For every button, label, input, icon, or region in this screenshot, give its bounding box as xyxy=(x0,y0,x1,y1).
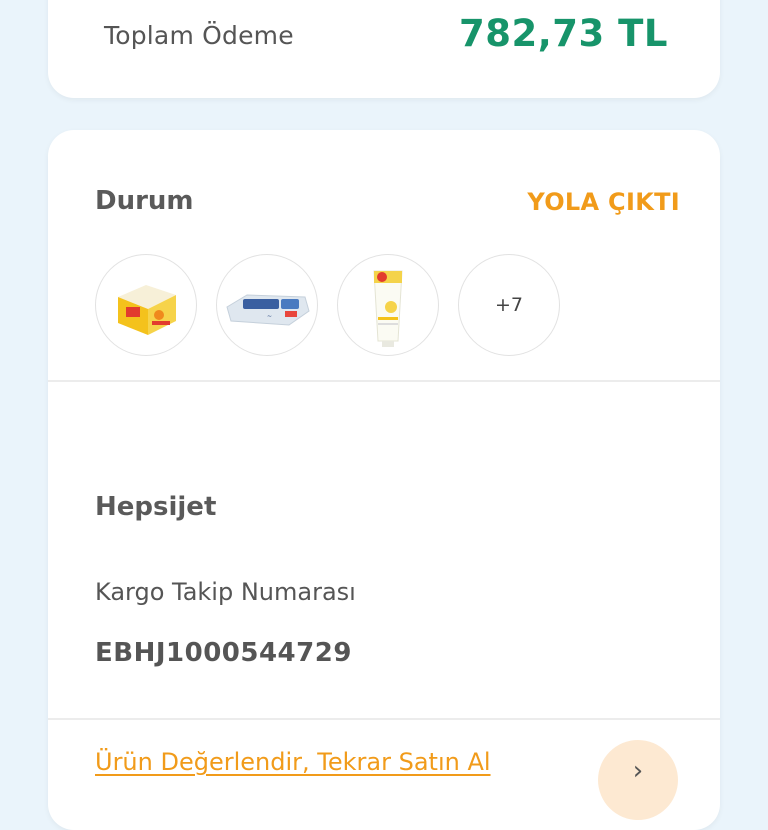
review-rebuy-button[interactable]: › xyxy=(598,740,678,820)
wet-wipes-product-image: ~ xyxy=(226,294,310,326)
chevron-right-icon: › xyxy=(632,756,644,786)
total-payment-label: Toplam Ödeme xyxy=(104,21,294,50)
tracking-number-label: Kargo Takip Numarası xyxy=(95,578,356,606)
product-thumbnail[interactable]: ~ xyxy=(216,254,318,356)
carrier-name: Hepsijet xyxy=(95,492,217,522)
svg-text:~: ~ xyxy=(267,313,272,320)
cream-tube-product-image xyxy=(373,270,403,347)
total-payment-amount: 782,73 TL xyxy=(459,12,668,55)
order-card[interactable]: Durum YOLA ÇIKTI ~ +7 Hepsijet Kargo Tak… xyxy=(48,130,720,830)
product-thumbnail[interactable] xyxy=(95,254,197,356)
payment-summary-card: Toplam Ödeme 782,73 TL xyxy=(48,0,720,98)
product-thumbnail[interactable] xyxy=(337,254,439,356)
review-rebuy-link[interactable]: Ürün Değerlendir, Tekrar Satın Al xyxy=(95,748,491,776)
more-products-indicator[interactable]: +7 xyxy=(458,254,560,356)
tracking-number[interactable]: EBHJ1000544729 xyxy=(95,638,352,668)
divider xyxy=(48,380,720,382)
status-badge: YOLA ÇIKTI xyxy=(527,188,680,216)
divider xyxy=(48,718,720,720)
cotton-box-product-image xyxy=(118,285,176,335)
status-label: Durum xyxy=(95,186,194,216)
